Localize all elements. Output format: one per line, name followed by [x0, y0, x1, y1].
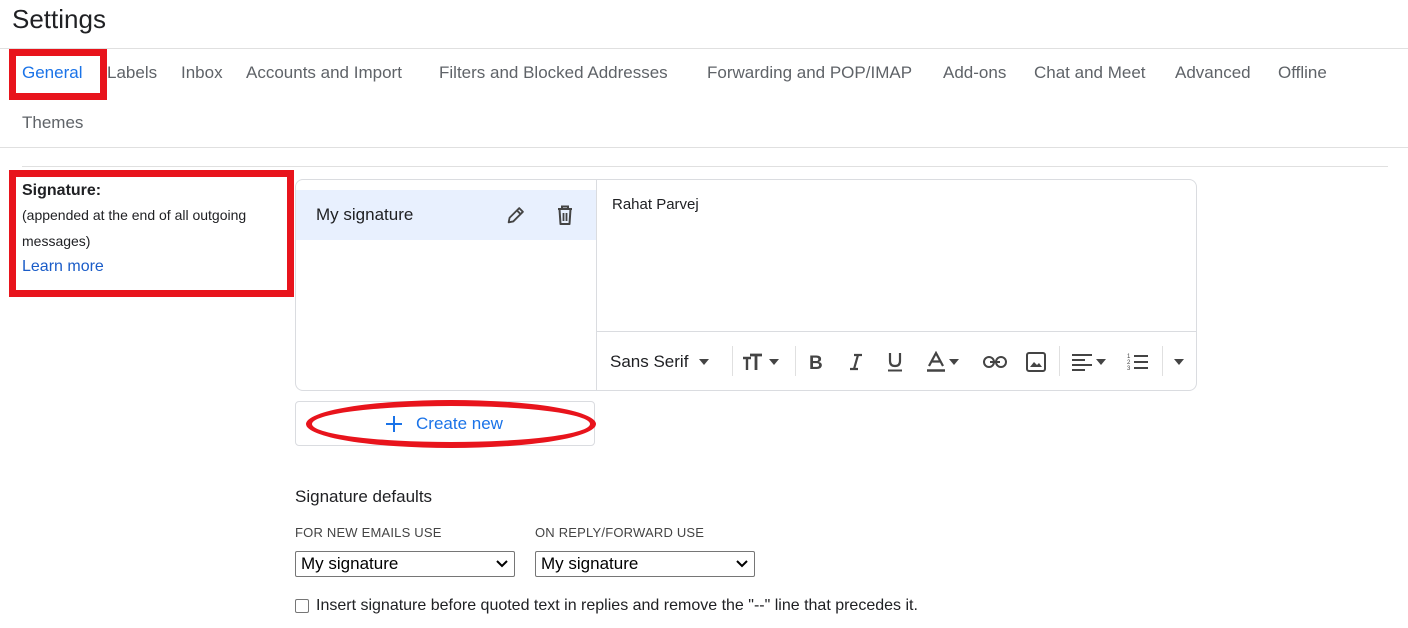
- bold-icon[interactable]: B: [807, 349, 825, 375]
- title-divider: [0, 48, 1408, 49]
- tab-themes[interactable]: Themes: [22, 113, 83, 133]
- signature-editor[interactable]: Rahat Parvej: [597, 180, 1196, 331]
- text-size-icon[interactable]: [742, 349, 779, 375]
- align-icon[interactable]: [1071, 349, 1106, 375]
- tab-filters-and-blocked[interactable]: Filters and Blocked Addresses: [439, 63, 668, 83]
- tab-forwarding-pop-imap[interactable]: Forwarding and POP/IMAP: [707, 63, 912, 83]
- signature-editor-text: Rahat Parvej: [612, 196, 699, 213]
- signature-panel: My signature Rahat Parvej Sans Serif B 1…: [295, 179, 1197, 391]
- new-emails-label: FOR NEW EMAILS USE: [295, 525, 442, 540]
- signature-name: My signature: [316, 205, 414, 224]
- new-emails-signature-select[interactable]: My signature: [295, 551, 515, 577]
- toolbar-separator: [732, 346, 733, 376]
- font-family-label: Sans Serif: [610, 352, 689, 371]
- link-icon[interactable]: [983, 349, 1007, 375]
- insert-signature-checkbox[interactable]: [295, 599, 309, 613]
- formatting-toolbar: Sans Serif B 1 2 3: [597, 331, 1196, 390]
- tab-accounts-and-import[interactable]: Accounts and Import: [246, 63, 402, 83]
- chevron-down-icon: [496, 560, 508, 568]
- reply-forward-signature-select[interactable]: My signature: [535, 551, 755, 577]
- new-emails-signature-value: My signature: [301, 554, 399, 573]
- signature-list: My signature: [296, 180, 597, 390]
- more-formatting-icon[interactable]: [1174, 349, 1184, 375]
- general-tab-highlight: [9, 49, 107, 100]
- tabs-divider: [0, 147, 1408, 148]
- text-color-icon[interactable]: [926, 349, 959, 375]
- svg-text:B: B: [809, 353, 823, 372]
- signature-list-item[interactable]: My signature: [296, 190, 596, 240]
- numbered-list-icon[interactable]: 123: [1127, 349, 1149, 375]
- row-divider: [22, 166, 1388, 167]
- chevron-down-icon: [699, 359, 710, 365]
- italic-icon[interactable]: [847, 349, 865, 375]
- pencil-icon[interactable]: [504, 203, 528, 227]
- tab-add-ons[interactable]: Add-ons: [943, 63, 1006, 83]
- toolbar-separator: [1059, 346, 1060, 376]
- tab-offline[interactable]: Offline: [1278, 63, 1327, 83]
- insert-signature-label[interactable]: Insert signature before quoted text in r…: [316, 597, 918, 615]
- create-new-highlight: [306, 400, 596, 448]
- trash-icon[interactable]: [553, 203, 577, 227]
- svg-text:3: 3: [1127, 366, 1131, 372]
- toolbar-separator: [795, 346, 796, 376]
- image-icon[interactable]: [1025, 349, 1047, 375]
- insert-signature-option: Insert signature before quoted text in r…: [295, 597, 918, 615]
- tab-labels[interactable]: Labels: [107, 63, 157, 83]
- reply-forward-label: ON REPLY/FORWARD USE: [535, 525, 705, 540]
- reply-forward-signature-value: My signature: [541, 554, 639, 573]
- page-title: Settings: [12, 4, 106, 34]
- toolbar-separator: [1162, 346, 1163, 376]
- tab-inbox[interactable]: Inbox: [181, 63, 223, 83]
- underline-icon[interactable]: [886, 349, 904, 375]
- signature-label-highlight: [9, 170, 294, 297]
- chevron-down-icon: [736, 560, 748, 568]
- font-family-select[interactable]: Sans Serif: [610, 349, 710, 375]
- tab-chat-and-meet[interactable]: Chat and Meet: [1034, 63, 1146, 83]
- signature-defaults-title: Signature defaults: [295, 487, 433, 506]
- tab-advanced[interactable]: Advanced: [1175, 63, 1251, 83]
